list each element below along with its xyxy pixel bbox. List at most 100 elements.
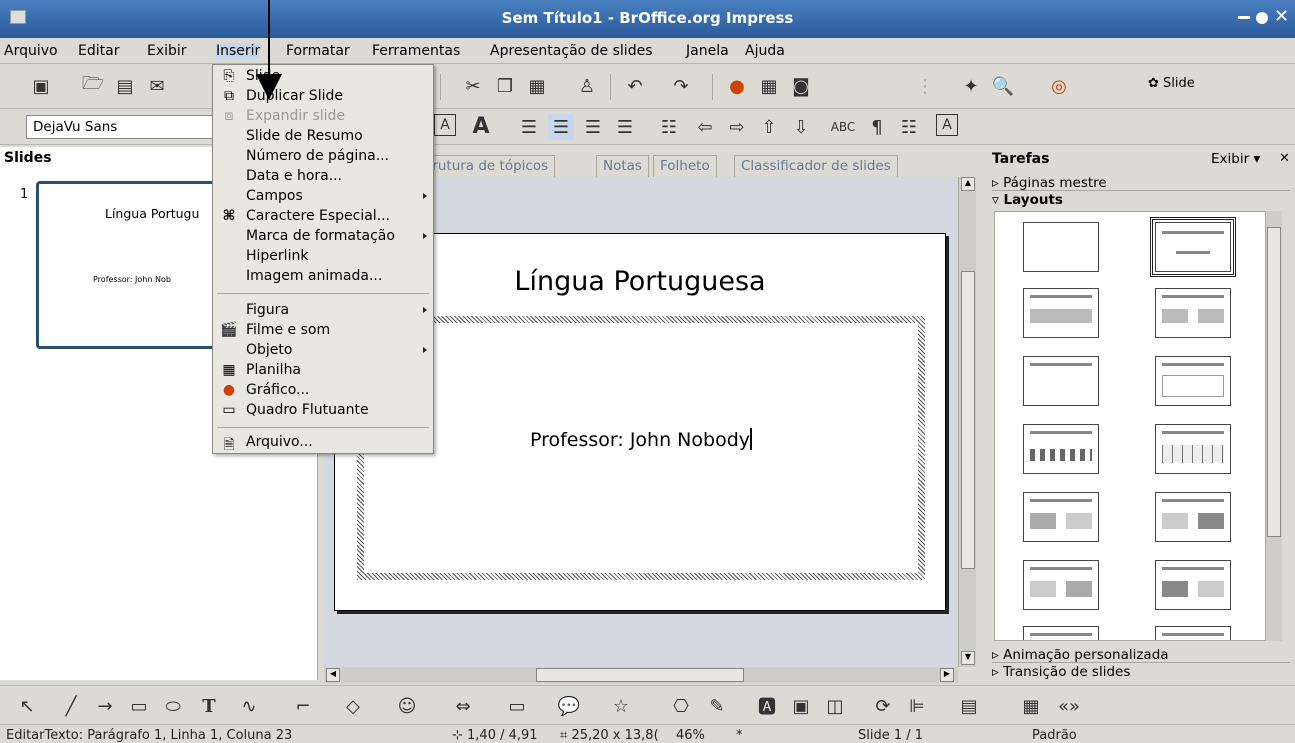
menu-inserir[interactable]: Inserir [216, 43, 261, 59]
bullets-icon[interactable]: ☷ [656, 114, 682, 140]
rectangle-icon[interactable]: ▭ [126, 693, 152, 719]
vertical-scrollbar[interactable]: ▲ ▼ [958, 177, 976, 667]
open-folder-icon[interactable]: 🗁 [80, 73, 106, 99]
menu-editar[interactable]: Editar [78, 43, 119, 59]
insert-image-icon[interactable]: ▣ [788, 693, 814, 719]
menu-item-fields[interactable]: Campos [213, 187, 433, 207]
align-right-icon[interactable]: ☰ [580, 114, 606, 140]
section-slide-transition[interactable]: ▹ Transição de slides [992, 664, 1130, 680]
callouts-icon[interactable]: 💬 [556, 693, 582, 719]
align-icon[interactable]: ⊫ [904, 693, 930, 719]
scroll-up-icon[interactable]: ▲ [961, 177, 975, 191]
menu-item-special-char[interactable]: ⌘ Caractere Especial... [213, 207, 433, 227]
align-center-icon[interactable]: ☰ [548, 114, 574, 140]
tab-slide-sorter[interactable]: Classificador de slides [734, 155, 898, 177]
layout-title-text[interactable] [1023, 356, 1099, 406]
scroll-right-icon[interactable]: ▶ [940, 668, 954, 682]
tab-notes[interactable]: Notas [596, 155, 649, 177]
text-icon[interactable]: T [196, 693, 222, 719]
layout-chart-text[interactable] [1155, 560, 1231, 610]
menu-item-movie-sound[interactable]: 🎬 Filme e som [213, 321, 433, 341]
menu-item-hyperlink[interactable]: Hiperlink [213, 247, 433, 267]
grid-icon[interactable]: ⋮ [912, 73, 938, 99]
text-box-icon[interactable]: 🅰 [754, 693, 780, 719]
points-icon[interactable]: ⎔ [668, 693, 694, 719]
font-name-box[interactable]: DejaVu Sans [26, 115, 216, 139]
shadow-font-icon[interactable]: A [468, 113, 494, 139]
align-left-icon[interactable]: ☰ [516, 114, 542, 140]
menu-item-slide[interactable]: ⎘ Slide [213, 67, 433, 87]
menu-item-spreadsheet[interactable]: ▦ Planilha [213, 361, 433, 381]
font-color-icon[interactable]: A [936, 114, 958, 136]
menu-item-duplicate-slide[interactable]: ⧉ Duplicar Slide [213, 87, 433, 107]
subtitle-textbox[interactable]: Professor: John Nobody [357, 316, 925, 580]
ellipse-icon[interactable]: ⬭ [160, 693, 186, 719]
zoom-icon[interactable]: 🔍 [990, 73, 1016, 99]
chart-icon[interactable]: ● [724, 73, 750, 99]
table-icon[interactable]: ▦ [756, 73, 782, 99]
tab-outline[interactable]: trutura de tópicos [421, 155, 556, 177]
block-arrows-icon[interactable]: ⇔ [450, 693, 476, 719]
h-scroll-thumb[interactable] [536, 668, 744, 682]
layout-partial-1[interactable] [1023, 626, 1099, 640]
slide-subtitle[interactable]: Professor: John Nobody [364, 428, 918, 451]
list-icon[interactable]: ☷ [896, 114, 922, 140]
menu-item-page-number[interactable]: Número de página... [213, 147, 433, 167]
help-icon[interactable]: ◎ [1046, 73, 1072, 99]
menu-item-expand-slide[interactable]: ⧈ Expandir slide [213, 107, 433, 127]
email-icon[interactable]: ✉ [144, 73, 170, 99]
layout-text-chart[interactable] [1155, 492, 1231, 542]
move-down-icon[interactable]: ⇩ [788, 114, 814, 140]
justify-icon[interactable]: ☰ [612, 114, 638, 140]
flowchart-icon[interactable]: ▭ [504, 693, 530, 719]
scroll-down-icon[interactable]: ▼ [961, 651, 975, 665]
section-master-pages[interactable]: ▹ Páginas mestre [992, 175, 1290, 191]
scroll-left-icon[interactable]: ◀ [326, 668, 340, 682]
layout-title-table[interactable] [1155, 424, 1231, 474]
layout-blank[interactable] [1023, 222, 1099, 272]
menu-apresentacao[interactable]: Apresentação de slides [490, 43, 652, 59]
menu-arquivo[interactable]: Arquivo [4, 43, 58, 59]
display-icon[interactable]: ◙ [788, 73, 814, 99]
curve-icon[interactable]: ∿ [236, 693, 262, 719]
layout-partial-2[interactable] [1155, 626, 1231, 640]
basic-shapes-icon[interactable]: ◇ [340, 693, 366, 719]
tab-handout[interactable]: Folheto [653, 155, 717, 177]
menu-item-animated-image[interactable]: Imagem animada... [213, 267, 433, 287]
move-up-icon[interactable]: ⇧ [756, 114, 782, 140]
layout-image-text[interactable] [1023, 492, 1099, 542]
connector-icon[interactable]: ⌐ [290, 693, 316, 719]
undo-icon[interactable]: ↶ [622, 73, 648, 99]
fontwork-icon[interactable]: ✎ [704, 693, 730, 719]
layouts-scroll-thumb[interactable] [1267, 227, 1281, 537]
symbol-shapes-icon[interactable]: ☺ [394, 693, 420, 719]
layout-text-image[interactable] [1023, 560, 1099, 610]
paragraph-icon[interactable]: ¶ [864, 114, 890, 140]
menu-item-formatting-mark[interactable]: Marca de formatação [213, 227, 433, 247]
menu-item-floating-frame[interactable]: ▭ Quadro Flutuante [213, 401, 433, 421]
layouts-scrollbar[interactable] [1266, 211, 1282, 641]
paste-icon[interactable]: ▦ [524, 73, 550, 99]
format-paintbrush-icon[interactable]: ♙ [574, 73, 600, 99]
layout-title-chart[interactable] [1023, 424, 1099, 474]
promote-icon[interactable]: ⇦ [692, 114, 718, 140]
menu-item-summary-slide[interactable]: Slide de Resumo [213, 127, 433, 147]
menu-item-date-time[interactable]: Data e hora... [213, 167, 433, 187]
scroll-thumb[interactable] [961, 271, 975, 569]
tasks-close-icon[interactable]: ✕ [1279, 151, 1290, 166]
menu-ajuda[interactable]: Ajuda [745, 43, 785, 59]
character-icon[interactable]: ABC [830, 114, 856, 140]
select-icon[interactable]: ↖ [14, 693, 40, 719]
stars-icon[interactable]: ☆ [608, 693, 634, 719]
redo-icon[interactable]: ↷ [668, 73, 694, 99]
layout-title-only[interactable] [1150, 217, 1236, 277]
menu-item-object[interactable]: Objeto [213, 341, 433, 361]
close-icon[interactable]: ✕ [1274, 6, 1289, 27]
effects-icon[interactable]: ⟳ [870, 693, 896, 719]
menu-item-file[interactable]: 🗎 Arquivo... [213, 433, 433, 453]
new-document-icon[interactable]: ▣ [28, 73, 54, 99]
menu-exibir[interactable]: Exibir [147, 43, 187, 59]
menu-janela[interactable]: Janela [686, 43, 729, 59]
maximize-icon[interactable] [1256, 12, 1268, 24]
minimize-icon[interactable] [1238, 16, 1250, 19]
